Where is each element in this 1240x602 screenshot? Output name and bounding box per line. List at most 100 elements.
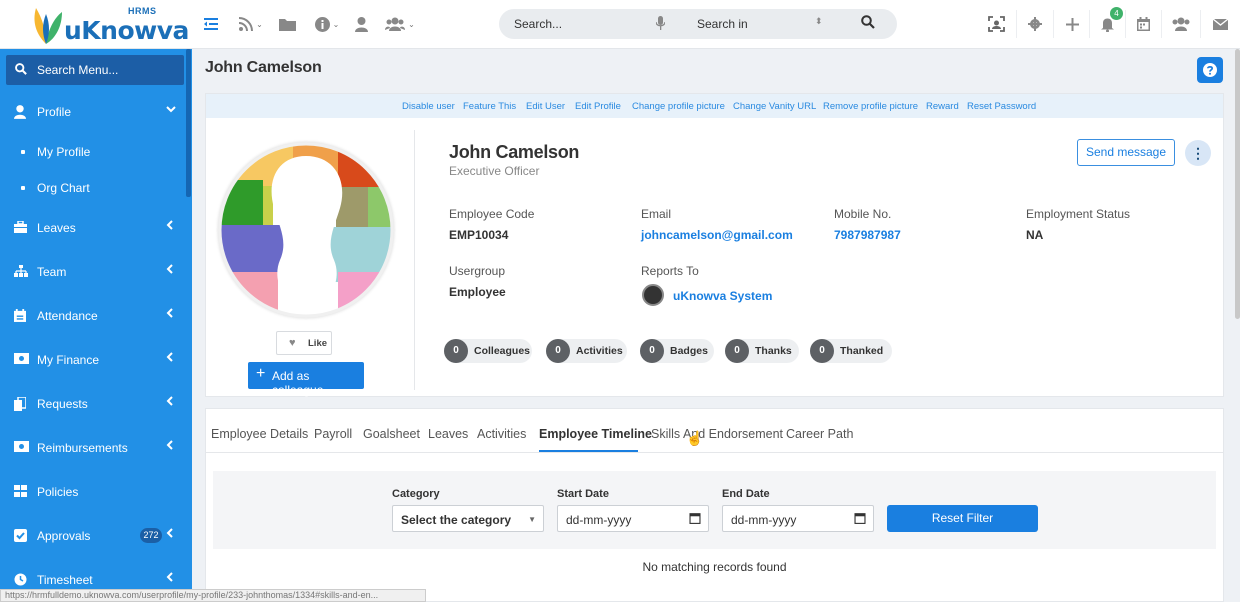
- reset-filter-button[interactable]: Reset Filter: [887, 505, 1038, 532]
- stat-count: 0: [725, 339, 749, 363]
- mouse-pointer-icon: ☝: [686, 430, 704, 446]
- tab-employee-timeline[interactable]: Employee Timeline: [539, 427, 652, 441]
- tab-goalsheet[interactable]: Goalsheet: [363, 427, 420, 441]
- divider: [414, 130, 415, 390]
- tab-activities[interactable]: Activities: [477, 427, 526, 441]
- chevron-left-icon: [166, 528, 173, 541]
- info-icon[interactable]: ⌄: [310, 14, 344, 34]
- employment-status-value: NA: [1026, 228, 1044, 242]
- search-input[interactable]: Search...: [514, 17, 562, 31]
- colleagues-stat[interactable]: 0 Colleagues: [444, 339, 532, 363]
- scan-icon[interactable]: [986, 14, 1006, 34]
- start-date-input[interactable]: dd-mm-yyyy: [557, 505, 709, 532]
- team-icon[interactable]: [1170, 14, 1192, 34]
- change-profile-picture-link[interactable]: Change profile picture: [632, 101, 725, 112]
- tab-skills-and-endorsement[interactable]: Skills And Endorsement: [651, 427, 783, 441]
- briefcase-icon: [14, 220, 28, 235]
- category-select[interactable]: Select the category ▼: [392, 505, 544, 532]
- plus-icon[interactable]: [1063, 14, 1081, 34]
- reset-password-link[interactable]: Reset Password: [967, 101, 1036, 112]
- sidebar-item-label: Leaves: [37, 221, 76, 235]
- gear-icon[interactable]: [1026, 14, 1044, 34]
- global-search[interactable]: Search... Search in ⬍: [499, 9, 897, 39]
- bullet: [21, 186, 25, 190]
- edit-profile-link[interactable]: Edit Profile: [575, 101, 621, 112]
- chevron-down-icon: ⌄: [332, 19, 340, 29]
- activities-stat[interactable]: 0 Activities: [546, 339, 627, 363]
- thanks-stat[interactable]: 0 Thanks: [725, 339, 799, 363]
- reward-link[interactable]: Reward: [926, 101, 959, 112]
- edit-user-link[interactable]: Edit User: [526, 101, 565, 112]
- sidebar-item-label: Approvals: [37, 529, 91, 543]
- divider: [1200, 10, 1201, 38]
- tab-payroll[interactable]: Payroll: [314, 427, 352, 441]
- sidebar-item-profile[interactable]: Profile: [0, 90, 186, 134]
- reports-to-link[interactable]: uKnowva System: [673, 289, 772, 303]
- tab-leaves[interactable]: Leaves: [428, 427, 468, 441]
- divider: [1053, 10, 1054, 38]
- sidebar-item-team[interactable]: Team: [0, 250, 186, 294]
- search-in-select[interactable]: Search in: [697, 17, 748, 31]
- sidebar-item-attendance[interactable]: Attendance: [0, 294, 186, 338]
- thanked-stat[interactable]: 0 Thanked: [810, 339, 892, 363]
- feature-this-link[interactable]: Feature This: [463, 101, 516, 112]
- admin-action-bar: Disable user Feature This Edit User Edit…: [206, 94, 1223, 118]
- menu-toggle-icon[interactable]: [203, 14, 219, 34]
- sidebar-item-label: Attendance: [37, 309, 98, 323]
- calendar-icon[interactable]: [1134, 14, 1152, 34]
- users-group-icon[interactable]: ⌄: [382, 14, 418, 34]
- folder-icon[interactable]: [277, 14, 297, 34]
- employee-code-value: EMP10034: [449, 228, 509, 242]
- sidebar-item-my-profile[interactable]: My Profile: [0, 134, 186, 170]
- more-options-button[interactable]: ⋮: [1185, 140, 1211, 166]
- search-icon[interactable]: [861, 15, 875, 32]
- sidebar-item-policies[interactable]: Policies: [0, 470, 186, 514]
- calendar-icon[interactable]: [689, 512, 701, 527]
- avatar[interactable]: [218, 142, 394, 318]
- grid-icon: [14, 485, 28, 499]
- remove-profile-picture-link[interactable]: Remove profile picture: [823, 101, 918, 112]
- like-button[interactable]: ♥ Like: [276, 331, 332, 355]
- tab-career-path[interactable]: Career Path: [786, 427, 853, 441]
- disable-user-link[interactable]: Disable user: [402, 101, 455, 112]
- add-as-colleague-button[interactable]: + Add as colleague: [248, 362, 364, 397]
- plus-icon: +: [256, 365, 266, 382]
- sidebar-item-reimbursements[interactable]: Reimbursements: [0, 426, 186, 470]
- help-button[interactable]: [1197, 57, 1223, 83]
- calendar-icon[interactable]: [854, 512, 866, 527]
- change-vanity-url-link[interactable]: Change Vanity URL: [733, 101, 816, 112]
- email-link[interactable]: johncamelson@gmail.com: [641, 228, 793, 242]
- stat-label: Colleagues: [474, 345, 531, 357]
- sitemap-icon: [14, 265, 28, 279]
- sidebar-item-requests[interactable]: Requests: [0, 382, 186, 426]
- manager-avatar[interactable]: [642, 284, 664, 306]
- end-date-value: dd-mm-yyyy: [731, 513, 797, 527]
- notification-badge: 4: [1110, 7, 1123, 20]
- stat-label: Thanks: [755, 345, 792, 357]
- user-icon[interactable]: [352, 14, 370, 34]
- sidebar-search-label: Search Menu...: [37, 63, 119, 77]
- badges-stat[interactable]: 0 Badges: [640, 339, 714, 363]
- rss-icon[interactable]: ⌄: [236, 14, 266, 34]
- sidebar: Search Menu... Profile My Profile Org Ch…: [0, 49, 192, 602]
- brand-logo[interactable]: HRMS uKnowva: [30, 4, 190, 46]
- chevron-left-icon: [166, 308, 173, 321]
- sidebar-search[interactable]: Search Menu...: [6, 55, 184, 85]
- sidebar-item-leaves[interactable]: Leaves: [0, 206, 186, 250]
- sidebar-scrollbar[interactable]: [186, 49, 191, 197]
- tab-employee-details[interactable]: Employee Details: [211, 427, 308, 441]
- end-date-input[interactable]: dd-mm-yyyy: [722, 505, 874, 532]
- page-scrollbar[interactable]: [1235, 49, 1240, 319]
- sidebar-item-label: Requests: [37, 397, 88, 411]
- microphone-icon[interactable]: [655, 16, 666, 33]
- cash-icon: [14, 441, 29, 455]
- send-message-button[interactable]: Send message: [1077, 139, 1175, 166]
- mobile-link[interactable]: 7987987987: [834, 228, 901, 242]
- empty-state-message: No matching records found: [642, 560, 787, 574]
- check-square-icon: [14, 529, 28, 543]
- sidebar-item-my-finance[interactable]: My Finance: [0, 338, 186, 382]
- sidebar-item-approvals[interactable]: Approvals 272: [0, 514, 186, 558]
- sidebar-item-org-chart[interactable]: Org Chart: [0, 170, 186, 206]
- money-icon: [14, 353, 29, 367]
- envelope-icon[interactable]: [1210, 14, 1230, 34]
